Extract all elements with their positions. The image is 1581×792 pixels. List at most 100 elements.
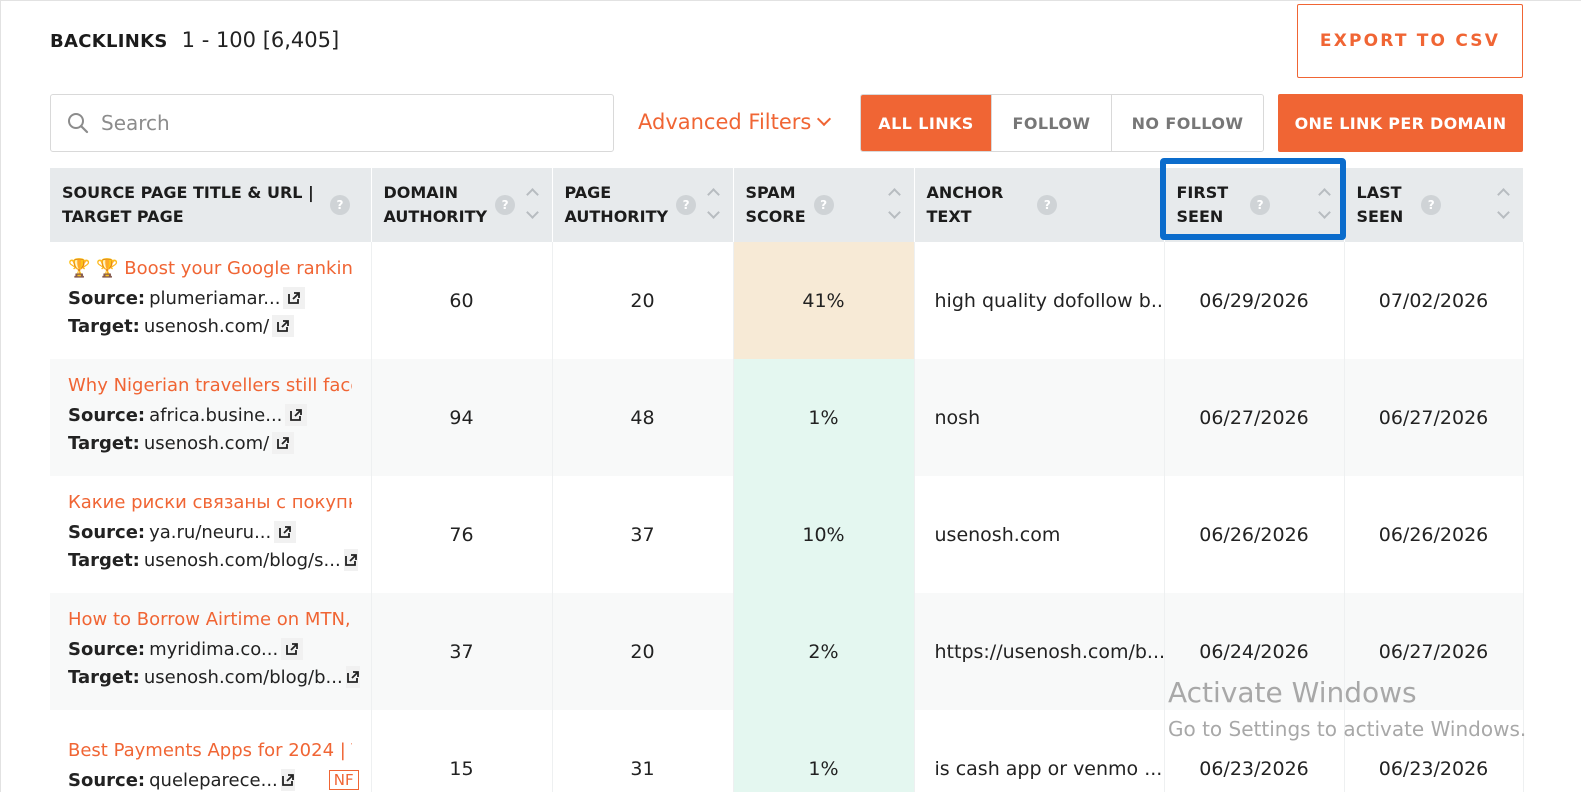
table-row: Why Nigerian travellers still face p Sou… — [50, 359, 1524, 476]
help-icon[interactable]: ? — [330, 195, 350, 215]
external-link-icon[interactable] — [281, 638, 304, 660]
col-first-seen[interactable]: FIRST SEEN ? — [1164, 168, 1345, 242]
help-icon[interactable]: ? — [495, 195, 516, 215]
col-source-label-2: TARGET PAGE — [62, 207, 184, 226]
help-icon[interactable]: ? — [676, 195, 697, 215]
last-seen-value: 06/26/2026 — [1344, 476, 1524, 593]
col-spam-label-2: SCORE — [745, 207, 806, 226]
col-source-label-1: SOURCE PAGE TITLE & URL | — [62, 183, 314, 202]
external-link-icon[interactable] — [283, 287, 306, 309]
table-row: 🏆 🏆 Boost your Google rankings Source: pl… — [50, 242, 1524, 359]
col-source-page: SOURCE PAGE TITLE & URL | TARGET PAGE ? — [50, 168, 372, 242]
external-link-icon[interactable] — [272, 432, 295, 454]
source-line: Source: plumeriamar... — [68, 287, 357, 309]
col-domain-authority[interactable]: DOMAIN AUTHORITY ? — [371, 168, 553, 242]
source-cell: 🏆 🏆 Boost your Google rankings Source: pl… — [50, 242, 372, 359]
sort-arrows-icon[interactable] — [1317, 186, 1332, 224]
search-icon — [67, 112, 89, 134]
spam-score-value: 1% — [733, 710, 915, 792]
col-first-seen-label-2: SEEN — [1176, 207, 1224, 226]
source-line: Source: myridima.co... — [68, 638, 357, 660]
spam-score-value: 1% — [733, 359, 915, 476]
target-line: Target: usenosh.com/ — [68, 315, 357, 337]
follow-button[interactable]: FOLLOW — [991, 95, 1111, 151]
anchor-text-value: usenosh.com — [914, 476, 1165, 593]
source-page-title-link[interactable]: Best Payments Apps for 2024 | The — [68, 740, 352, 761]
sort-arrows-icon[interactable] — [706, 186, 721, 224]
domain-authority-value: 94 — [371, 359, 553, 476]
page-authority-value: 20 — [552, 593, 734, 710]
first-seen-value: 06/26/2026 — [1164, 476, 1345, 593]
source-page-title-link[interactable]: 🏆 🏆 Boost your Google rankings — [68, 258, 352, 279]
external-link-icon[interactable] — [280, 769, 295, 791]
source-cell: Какие риски связаны с покупкой Source: ya… — [50, 476, 372, 593]
table-header-row: SOURCE PAGE TITLE & URL | TARGET PAGE ? … — [50, 168, 1524, 242]
source-cell: How to Borrow Airtime on MTN, A Source: m… — [50, 593, 372, 710]
domain-authority-value: 37 — [371, 593, 553, 710]
backlinks-heading: BACKLINKS 1 - 100 [6,405] — [50, 28, 339, 52]
col-first-seen-label-1: FIRST — [1176, 183, 1229, 202]
anchor-text-value: is cash app or venmo ... — [914, 710, 1165, 792]
activate-windows-watermark: Activate Windows Go to Settings to activ… — [1168, 676, 1526, 741]
source-page-title-link[interactable]: Why Nigerian travellers still face p — [68, 375, 352, 396]
export-csv-button[interactable]: EXPORT TO CSV — [1297, 4, 1523, 78]
col-page-authority[interactable]: PAGE AUTHORITY ? — [552, 168, 734, 242]
col-anchor-label-1: ANCHOR — [926, 183, 1004, 202]
page-authority-value: 20 — [552, 242, 734, 359]
external-link-icon[interactable] — [274, 521, 297, 543]
col-spam-score[interactable]: SPAM SCORE ? — [733, 168, 915, 242]
advanced-filters-label: Advanced Filters — [638, 110, 812, 134]
one-link-per-domain-button[interactable]: ONE LINK PER DOMAIN — [1278, 94, 1523, 152]
external-link-icon[interactable] — [285, 404, 308, 426]
col-anchor-label-2: TEXT — [926, 207, 972, 226]
target-url: usenosh.com/ — [143, 432, 270, 454]
search-box[interactable] — [50, 94, 614, 152]
spam-score-value: 10% — [733, 476, 915, 593]
sort-arrows-icon[interactable] — [525, 186, 540, 224]
source-page-title-link[interactable]: Какие риски связаны с покупкой — [68, 492, 352, 513]
first-seen-value: 06/29/2026 — [1164, 242, 1345, 359]
sort-arrows-icon[interactable] — [887, 186, 902, 224]
help-icon[interactable]: ? — [1037, 195, 1058, 215]
target-url: usenosh.com/blog/b... — [143, 666, 343, 688]
page-authority-value: 31 — [552, 710, 734, 792]
domain-authority-value: 76 — [371, 476, 553, 593]
table-row: Какие риски связаны с покупкой Source: ya… — [50, 476, 1524, 593]
external-link-icon[interactable] — [343, 549, 358, 571]
source-line: Source: ya.ru/neuru... — [68, 521, 357, 543]
result-range: 1 - 100 [6,405] — [181, 28, 340, 52]
sort-arrows-icon[interactable] — [1496, 186, 1511, 224]
help-icon[interactable]: ? — [813, 195, 834, 215]
source-cell: Best Payments Apps for 2024 | The Source… — [50, 710, 372, 792]
help-icon[interactable]: ? — [1250, 195, 1271, 215]
col-last-seen[interactable]: LAST SEEN ? — [1344, 168, 1524, 242]
col-anchor-text: ANCHOR TEXT ? — [914, 168, 1165, 242]
target-url: usenosh.com/ — [143, 315, 270, 337]
anchor-text-value: high quality dofollow b... — [914, 242, 1165, 359]
first-seen-value: 06/27/2026 — [1164, 359, 1345, 476]
spam-score-value: 2% — [733, 593, 915, 710]
page-title: BACKLINKS — [50, 31, 168, 52]
watermark-subtitle: Go to Settings to activate Windows. — [1168, 717, 1527, 741]
help-icon[interactable]: ? — [1421, 195, 1442, 215]
advanced-filters-toggle[interactable]: Advanced Filters — [638, 110, 832, 134]
col-last-seen-label-1: LAST — [1356, 183, 1402, 202]
source-url: myridima.co... — [149, 638, 279, 660]
domain-authority-value: 15 — [371, 710, 553, 792]
page-authority-value: 37 — [552, 476, 734, 593]
source-url: africa.busine... — [149, 404, 283, 426]
target-line: Target: usenosh.com/blog/s... — [68, 549, 358, 571]
source-url: plumeriamar... — [149, 287, 281, 309]
no-follow-button[interactable]: NO FOLLOW — [1111, 95, 1263, 151]
source-page-title-link[interactable]: How to Borrow Airtime on MTN, A — [68, 609, 352, 630]
external-link-icon[interactable] — [272, 315, 295, 337]
nofollow-badge: NF — [328, 770, 359, 790]
external-link-icon[interactable] — [345, 666, 360, 688]
domain-authority-value: 60 — [371, 242, 553, 359]
link-type-filter: ALL LINKS FOLLOW NO FOLLOW — [860, 94, 1264, 152]
target-url: usenosh.com/blog/s... — [143, 549, 341, 571]
search-input[interactable] — [101, 111, 581, 135]
all-links-button[interactable]: ALL LINKS — [861, 95, 991, 151]
col-last-seen-label-2: SEEN — [1356, 207, 1404, 226]
last-seen-value: 07/02/2026 — [1344, 242, 1524, 359]
